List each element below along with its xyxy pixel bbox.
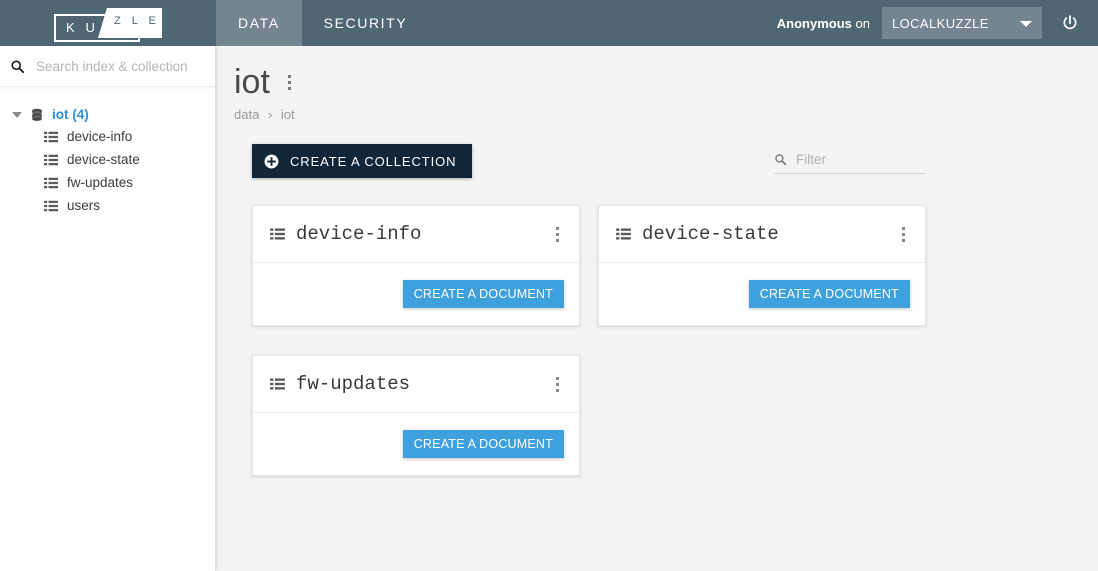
sidebar-search-row — [0, 46, 215, 87]
plus-circle-icon — [264, 154, 279, 169]
sidebar: iot (4) device-info — [0, 46, 216, 571]
kebab-dot — [556, 389, 559, 392]
create-document-button[interactable]: CREATE A DOCUMENT — [403, 280, 564, 308]
create-collection-label: CREATE A COLLECTION — [290, 154, 456, 169]
card-body: CREATE A DOCUMENT — [253, 413, 579, 475]
logo-text-zle: Z L E — [114, 14, 160, 28]
logout-power-button[interactable] — [1042, 0, 1098, 46]
collection-list-icon — [44, 154, 58, 166]
card-header: device-state — [599, 206, 925, 263]
kebab-dot — [556, 233, 559, 236]
page-title: iot — [234, 62, 270, 102]
card-body: CREATE A DOCUMENT — [599, 263, 925, 325]
card-title[interactable]: device-state — [642, 223, 779, 245]
chevron-down-icon — [1020, 21, 1032, 27]
search-icon — [774, 153, 787, 166]
sidebar-item-users[interactable]: users — [0, 194, 215, 217]
collection-card-device-info: device-info CREATE A DOCUMENT — [252, 205, 580, 326]
kebab-menu-icon[interactable] — [282, 69, 297, 95]
collection-list-icon — [270, 378, 285, 390]
collection-list-icon — [44, 131, 58, 143]
top-bar-right-group: Anonymous on LOCALKUZZLE — [777, 0, 1098, 46]
card-header: device-info — [253, 206, 579, 263]
database-icon — [30, 108, 44, 122]
kebab-dot — [902, 233, 905, 236]
sidebar-item-label: device-state — [67, 152, 140, 167]
page-title-row: iot — [234, 62, 1098, 102]
action-row: CREATE A COLLECTION — [252, 144, 926, 178]
collection-list-icon — [44, 200, 58, 212]
kebab-dot — [902, 227, 905, 230]
collection-cards: device-info CREATE A DOCUMENT — [252, 205, 944, 505]
card-header: fw-updates — [253, 356, 579, 413]
card-title[interactable]: device-info — [296, 223, 421, 245]
create-collection-button[interactable]: CREATE A COLLECTION — [252, 144, 472, 178]
tree-index-label: iot (4) — [52, 107, 89, 122]
search-icon — [10, 59, 25, 74]
filter-input[interactable] — [794, 151, 912, 168]
sidebar-item-label: fw-updates — [67, 175, 133, 190]
tab-security[interactable]: SECURITY — [302, 0, 430, 46]
kebab-menu-icon[interactable] — [896, 221, 911, 247]
breadcrumb-root[interactable]: data — [234, 107, 259, 122]
sidebar-item-label: device-info — [67, 129, 132, 144]
logo-zone: K U Z Z L E — [0, 0, 216, 46]
kebab-dot — [556, 227, 559, 230]
collection-list-icon — [616, 228, 631, 240]
breadcrumb-separator: › — [268, 107, 272, 122]
kebab-dot — [288, 75, 291, 78]
kebab-menu-icon[interactable] — [550, 371, 565, 397]
current-user-label: Anonymous on — [777, 16, 870, 31]
breadcrumb-current: iot — [281, 107, 295, 122]
triangle-down-icon[interactable] — [12, 112, 22, 118]
kebab-dot — [902, 239, 905, 242]
main-nav-tabs: DATA SECURITY — [216, 0, 429, 46]
kebab-dot — [556, 383, 559, 386]
user-name: Anonymous — [777, 16, 852, 31]
power-icon — [1061, 14, 1079, 32]
breadcrumb: data › iot — [234, 107, 1098, 122]
sidebar-item-fw-updates[interactable]: fw-updates — [0, 171, 215, 194]
top-navigation-bar: K U Z Z L E DATA SECURITY Anonymous on L… — [0, 0, 1098, 46]
kuzzle-logo[interactable]: K U Z Z L E — [54, 8, 162, 38]
index-tree: iot (4) device-info — [0, 87, 215, 217]
kebab-dot — [288, 87, 291, 90]
sidebar-item-device-info[interactable]: device-info — [0, 125, 215, 148]
kebab-dot — [288, 81, 291, 84]
environment-select[interactable]: LOCALKUZZLE — [882, 7, 1042, 39]
collection-list-icon — [270, 228, 285, 240]
sidebar-item-label: users — [67, 198, 100, 213]
tab-data[interactable]: DATA — [216, 0, 302, 46]
kebab-dot — [556, 377, 559, 380]
collection-card-device-state: device-state CREATE A DOCUMENT — [598, 205, 926, 326]
collection-list-icon — [44, 177, 58, 189]
kebab-dot — [556, 239, 559, 242]
page-header: iot data › iot — [216, 46, 1098, 122]
sidebar-item-device-state[interactable]: device-state — [0, 148, 215, 171]
user-on-word: on — [856, 16, 870, 31]
card-body: CREATE A DOCUMENT — [253, 263, 579, 325]
tree-index-iot[interactable]: iot (4) — [0, 104, 215, 125]
filter-box — [774, 148, 926, 174]
search-input[interactable] — [34, 58, 204, 75]
card-title[interactable]: fw-updates — [296, 373, 410, 395]
create-document-button[interactable]: CREATE A DOCUMENT — [403, 430, 564, 458]
main-content: iot data › iot CREATE A COLLECTION — [216, 46, 1098, 571]
kebab-menu-icon[interactable] — [550, 221, 565, 247]
create-document-button[interactable]: CREATE A DOCUMENT — [749, 280, 910, 308]
collection-card-fw-updates: fw-updates CREATE A DOCUMENT — [252, 355, 580, 476]
environment-value: LOCALKUZZLE — [892, 16, 989, 31]
